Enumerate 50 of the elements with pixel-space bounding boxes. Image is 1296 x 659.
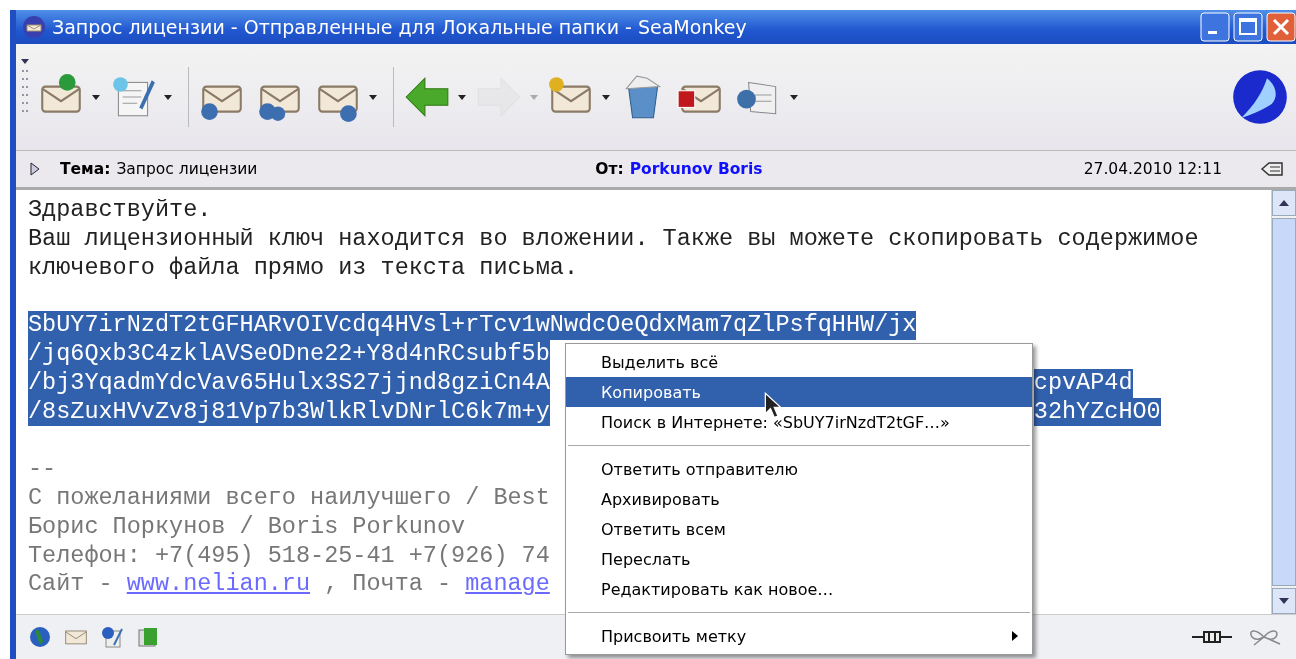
dropdown-caret-icon[interactable] [92, 94, 100, 100]
signature-text: Сайт - [28, 570, 114, 598]
signature-line: -- [28, 455, 57, 484]
scrollbar[interactable] [1271, 190, 1296, 614]
signature-line: Борис Поркунов / Boris Porkunov [28, 512, 466, 542]
window-title: Запрос лицензии - Отправленные для Локальные папки - SeaMonkey [52, 16, 747, 38]
minimize-button[interactable] [1200, 12, 1230, 42]
selected-key-text: /jq6Qxb3C4zklAVSeODne22+Y8d4nRCsubf5b [28, 340, 550, 369]
expand-triangle-icon[interactable] [30, 162, 40, 176]
menu-item[interactable]: Выделить всё [566, 347, 1032, 377]
menu-item[interactable]: Копировать [566, 377, 1032, 407]
selected-key-text: SbUY7irNzdT2tGFHARvOIVcdq4HVsl+rTcv1wNwdcOeQdxMam7qZlPsfqHHW/jx [28, 311, 917, 340]
address-book-icon[interactable] [136, 625, 160, 649]
message-line: Ваш лицензионный ключ находится во вложении. Также вы можете скопировать содержимое [28, 224, 1199, 254]
subject-label: Тема: [60, 160, 111, 178]
selected-key-text: 32hYZcHO0 [1033, 397, 1161, 427]
subject-text: Запрос лицензии [116, 160, 258, 178]
dropdown-caret-icon[interactable] [369, 94, 377, 100]
message-line: ключевого файла прямо из текста письма. [28, 253, 578, 283]
message-line: Здравствуйте. [28, 196, 212, 225]
date-text: 27.04.2010 12:11 [1083, 160, 1222, 178]
compose-icon[interactable] [100, 625, 124, 649]
signature-line: С пожеланиями всего наилучшего / Best [28, 483, 550, 513]
app-icon [22, 15, 46, 39]
tag-icon[interactable] [1260, 161, 1284, 177]
dropdown-caret-icon[interactable] [602, 94, 610, 100]
selected-key-text: cpvAP4d [1033, 368, 1133, 398]
bird-logo-icon [1232, 69, 1288, 125]
globe-icon[interactable] [28, 625, 52, 649]
from-label: От: [595, 160, 624, 178]
menu-item[interactable]: Ответить отправителю [566, 454, 1032, 484]
maximize-button[interactable] [1233, 12, 1263, 42]
signature-line: Телефон: +7(495) 518-25-41 +7(926) 74 [28, 541, 550, 571]
dropdown-caret-icon[interactable] [164, 94, 172, 100]
menu-item[interactable]: Переслать [566, 544, 1032, 574]
scroll-down-icon[interactable] [1279, 598, 1289, 604]
dropdown-caret-icon[interactable] [458, 94, 466, 100]
selected-key-text: /bj3YqadmYdcVav65Hulx3S27jjnd8gziCn4A [28, 368, 550, 398]
dropdown-caret-icon[interactable] [790, 94, 798, 100]
signature-text: , Почта - [323, 570, 453, 598]
menu-item[interactable]: Ответить всем [566, 514, 1032, 544]
sender-link[interactable]: Porkunov Boris [629, 160, 763, 178]
menu-item[interactable]: Редактировать как новое… [566, 574, 1032, 604]
selected-key-text: /8sZuxHVvZv8j81Vp7b3WlkRlvDNrlC6k7m+y [28, 397, 550, 427]
scroll-up-icon[interactable] [1279, 200, 1289, 206]
website-link[interactable]: www.nelian.ru [126, 570, 311, 598]
email-link[interactable]: manage [465, 570, 550, 598]
menu-item[interactable]: Архивировать [566, 484, 1032, 514]
close-button[interactable] [1266, 12, 1296, 42]
menu-item[interactable]: Поиск в Интернете: «SbUY7irNzdT2tGF…» [566, 407, 1032, 437]
